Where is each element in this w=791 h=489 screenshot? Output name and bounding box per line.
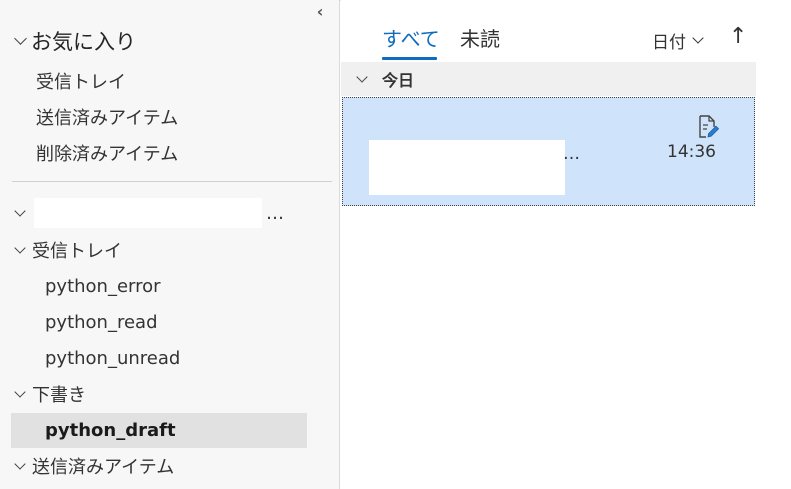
collapse-pane-icon[interactable]: ‹ xyxy=(310,2,330,22)
folder-python-unread[interactable]: python_unread xyxy=(45,344,180,372)
folder-python-draft[interactable]: python_draft xyxy=(45,416,176,444)
draft-edit-icon xyxy=(699,115,720,138)
tab-all[interactable]: すべて xyxy=(382,24,440,54)
folder-drafts[interactable]: 下書き xyxy=(14,380,86,408)
account-more-options[interactable]: … xyxy=(266,203,285,224)
folder-sent-items[interactable]: 送信済みアイテム xyxy=(14,452,175,480)
chevron-down-icon xyxy=(14,457,26,470)
folder-inbox[interactable]: 受信トレイ xyxy=(14,236,122,264)
favorite-sent-items[interactable]: 送信済みアイテム xyxy=(36,103,178,131)
chevron-down-icon xyxy=(356,70,368,83)
message-list-pane: すべて 未読 日付 ↑ 今日 … 14:36 xyxy=(341,0,791,489)
chevron-down-icon xyxy=(14,241,26,254)
favorite-deleted-items[interactable]: 削除済みアイテム xyxy=(36,139,178,167)
sort-label: 日付 xyxy=(652,33,686,53)
account-header[interactable]: … xyxy=(14,198,285,228)
sidebar-divider xyxy=(12,181,332,182)
message-item[interactable]: … 14:36 xyxy=(342,97,755,206)
account-name-redacted xyxy=(34,198,262,228)
group-title: 今日 xyxy=(382,71,415,90)
folder-inbox-label: 受信トレイ xyxy=(32,241,122,262)
folder-pane: ‹ お気に入り 受信トレイ 送信済みアイテム 削除済みアイテム … 受信トレイ … xyxy=(0,0,340,489)
tab-unread[interactable]: 未読 xyxy=(460,24,500,54)
sort-direction-arrow-icon[interactable]: ↑ xyxy=(729,24,747,49)
message-sender-redacted xyxy=(369,140,565,195)
chevron-down-icon xyxy=(14,32,27,45)
folder-python-error[interactable]: python_error xyxy=(45,272,161,300)
active-tab-indicator xyxy=(382,57,437,60)
folder-drafts-label: 下書き xyxy=(32,385,86,406)
message-time: 14:36 xyxy=(667,142,716,162)
chevron-down-icon xyxy=(14,385,26,398)
favorite-inbox[interactable]: 受信トレイ xyxy=(36,67,126,95)
chevron-down-icon xyxy=(692,32,704,44)
favorites-title: お気に入り xyxy=(31,30,136,54)
message-preview-ellipsis: … xyxy=(563,144,580,164)
favorites-header[interactable]: お気に入り xyxy=(14,26,136,56)
folder-sent-items-label: 送信済みアイテム xyxy=(32,457,175,478)
group-header-today[interactable]: 今日 xyxy=(341,62,756,96)
sort-by-date-button[interactable]: 日付 xyxy=(652,28,704,53)
folder-python-read[interactable]: python_read xyxy=(45,308,158,336)
chevron-down-icon xyxy=(14,204,26,217)
